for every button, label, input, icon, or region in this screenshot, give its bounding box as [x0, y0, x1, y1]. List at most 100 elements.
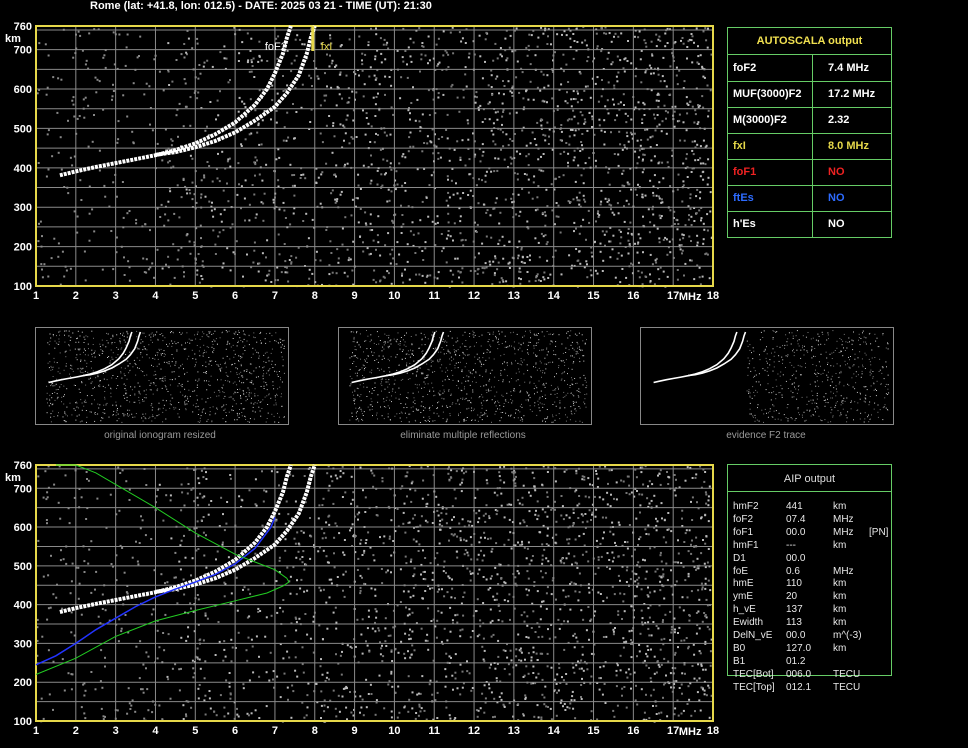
- autoscala-label: foF2: [733, 62, 757, 74]
- aip-cell: 006.0: [786, 668, 812, 680]
- aip-cell: foF2: [733, 513, 754, 525]
- x-tick-label: 10: [388, 725, 400, 737]
- y-tick-label: 500: [14, 123, 32, 135]
- autoscala-label: ftEs: [733, 192, 754, 204]
- y-tick-label: 700: [14, 45, 32, 57]
- aip-cell: 0.6: [786, 565, 800, 577]
- autoscala-value: 17.2 MHz: [828, 88, 876, 100]
- x-tick-label: 17: [667, 290, 679, 302]
- x-tick-label: 3: [113, 725, 119, 737]
- autoscala-label: h'Es: [733, 218, 756, 230]
- x-tick-label: 4: [152, 290, 159, 302]
- thumb-caption-eliminate: eliminate multiple reflections: [400, 430, 526, 441]
- aip-cell: TECU: [833, 668, 861, 680]
- aip-output-panel: AIP output hmF2 441 km foF2 07.4 MHz foF1 00.0 M…: [727, 464, 892, 693]
- aip-output-divider: [728, 491, 891, 492]
- fxi-trace-label: fxI: [321, 41, 333, 53]
- x-tick-label: 5: [192, 290, 198, 302]
- y-tick-label: 600: [14, 84, 32, 96]
- x-tick-label: 17: [667, 725, 679, 737]
- thumb-speckle: [746, 330, 890, 423]
- autoscala-label: M(3000)F2: [733, 114, 787, 126]
- x-tick-label: 14: [548, 725, 561, 737]
- y-tick-label: 200: [14, 242, 32, 254]
- aip-cell: km: [833, 604, 847, 616]
- x-tick-label: 16: [627, 290, 639, 302]
- autoscala-row: foF1 NO: [728, 159, 891, 186]
- aip-cell: 110: [786, 578, 802, 590]
- x-tick-label: 12: [468, 725, 480, 737]
- thumb-caption-original: original ionogram resized: [104, 430, 216, 441]
- aip-cell: h_vE: [733, 604, 756, 616]
- y-tick-label: 100: [14, 716, 32, 728]
- autoscala-value: NO: [828, 218, 845, 230]
- y-tick-label: 400: [14, 163, 32, 175]
- autoscala-row: ftEs NO: [728, 185, 891, 212]
- aip-cell: hmF2: [733, 501, 759, 512]
- y-tick-label: 760: [14, 460, 32, 472]
- aip-cell: D1: [733, 552, 746, 564]
- thumb-trace-x-trace: [385, 331, 445, 377]
- autoscala-label: MUF(3000)F2: [733, 88, 802, 100]
- aip-cell: TECU: [833, 681, 861, 693]
- autoscala-row: MUF(3000)F2 17.2 MHz: [728, 81, 891, 108]
- x-tick-label: 8: [312, 725, 318, 737]
- x-tick-label: 3: [113, 290, 119, 302]
- x-tick-label: 8: [312, 290, 318, 302]
- aip-cell: MHz: [833, 513, 854, 525]
- aip-cell: 127.0: [786, 642, 812, 654]
- thumb-evidence-f2-trace: [640, 327, 894, 425]
- aip-cell: 012.1: [786, 681, 812, 693]
- aip-cell: B1: [733, 655, 746, 667]
- x-tick-label: 1: [33, 290, 39, 302]
- aip-cell: TEC[Bot]: [733, 668, 774, 680]
- aip-cell: 00.0: [786, 552, 806, 564]
- autoscala-label: fxI: [733, 140, 746, 152]
- y-tick-label: 100: [14, 281, 32, 293]
- autoscala-value: 2.32: [828, 114, 850, 126]
- x-tick-label: 2: [73, 290, 79, 302]
- aip-cell: MHz: [833, 565, 854, 577]
- x-axis-unit: MHz: [679, 291, 702, 303]
- thumb-caption-evidence: evidence F2 trace: [726, 430, 806, 441]
- aip-output-title: AIP output: [783, 473, 836, 485]
- autoscala-output-panel: AUTOSCALA output foF2 7.4 MHz MUF(3000)F2 17…: [727, 27, 892, 238]
- aip-cell: 07.4: [786, 513, 806, 525]
- ionogram-header: Rome (lat: +41.8, lon: 012.5) - DATE: 20…: [90, 0, 432, 12]
- aip-cell: ymE: [733, 591, 753, 603]
- aip-cell: MHz: [833, 526, 854, 538]
- x-tick-label: 11: [428, 725, 440, 737]
- x-tick-label: 14: [548, 290, 561, 302]
- x-tick-label: 4: [152, 725, 159, 737]
- aip-cell: [PN]: [869, 526, 889, 538]
- x-tick-label: 16: [627, 725, 639, 737]
- autoscala-row: fxI 8.0 MHz: [728, 133, 891, 160]
- thumb-trace-x-trace: [687, 331, 747, 377]
- aip-cell: m^(-3): [833, 630, 862, 641]
- x-tick-label: 9: [352, 725, 358, 737]
- y-tick-label: 200: [14, 677, 32, 689]
- aip-cell: foE: [733, 565, 749, 577]
- x-tick-label: 6: [232, 725, 238, 737]
- autoscala-title: AUTOSCALA output: [728, 28, 891, 55]
- aip-cell: 137: [786, 604, 803, 616]
- y-tick-label: 600: [14, 522, 32, 534]
- x-tick-label: 18: [707, 290, 719, 302]
- main-ionogram-chart: 1 2 3 4 5 6 7 8 9 10 11 12 13 14 15 16 17 18MHz1002003004…: [5, 21, 719, 303]
- aip-cell: DelN_vE: [733, 630, 773, 641]
- autoscala-value: NO: [828, 192, 845, 204]
- y-tick-label: 300: [14, 638, 32, 650]
- x-tick-label: 13: [508, 725, 520, 737]
- x-tick-label: 6: [232, 290, 238, 302]
- aip-cell: hmE: [733, 578, 754, 590]
- x-tick-label: 7: [272, 290, 278, 302]
- x-tick-label: 7: [272, 725, 278, 737]
- aip-cell: km: [833, 578, 847, 590]
- aip-profile-chart: 1 2 3 4 5 6 7 8 9 10 11 12 13 14 15 16 17 18MHz1002003004…: [5, 460, 719, 738]
- fof2-trace-label: foF2: [265, 41, 287, 53]
- autoscala-row: h'Es NO: [728, 211, 891, 237]
- x-tick-label: 18: [707, 725, 719, 737]
- aip-cell: 20: [786, 591, 798, 603]
- aip-cell: km: [833, 617, 847, 629]
- aip-cell: km: [833, 591, 847, 603]
